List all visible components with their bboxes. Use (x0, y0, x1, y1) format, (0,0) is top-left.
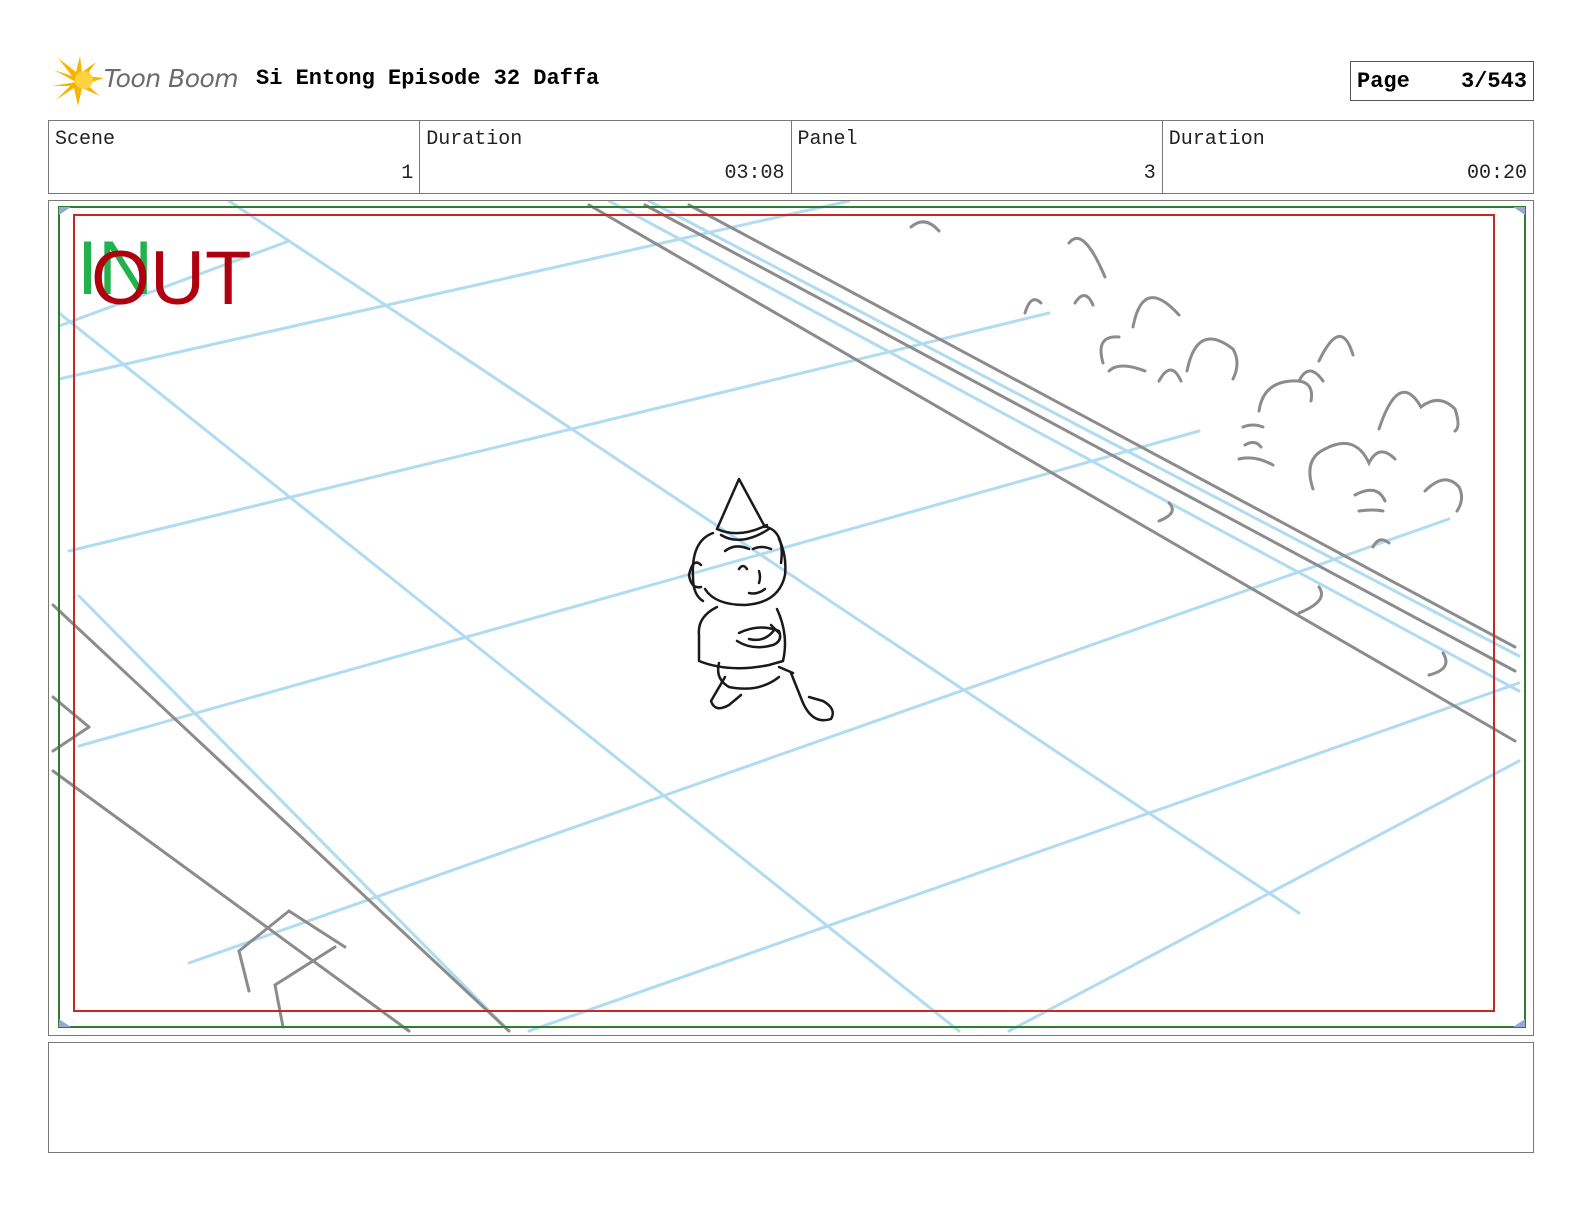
page-number: 3/543 (1460, 68, 1527, 94)
project-title: Si Entong Episode 32 Daffa (256, 66, 600, 91)
info-table: Scene 1 Duration 03:08 Panel 3 Duration … (48, 120, 1534, 194)
character-sketch (687, 477, 834, 722)
panel-duration-value: 00:20 (1466, 162, 1527, 185)
scene-duration-label: Duration (426, 128, 523, 151)
panel-duration-label: Duration (1168, 128, 1265, 151)
storyboard-panel: IN OUT (48, 200, 1534, 1036)
page-label: Page (1357, 68, 1410, 94)
panel-duration-cell: Duration 00:20 (1163, 121, 1533, 193)
out-marker: OUT (91, 236, 252, 321)
starburst-icon (52, 56, 104, 106)
scene-duration-value: 03:08 (724, 162, 785, 185)
panel-drawing (51, 201, 1526, 1033)
bushes-sketch (909, 220, 1464, 549)
logo-text: Toon Boom (104, 64, 239, 93)
notes-box[interactable] (48, 1042, 1534, 1153)
scene-label: Scene (55, 128, 116, 151)
scene-value: 1 (401, 162, 414, 185)
scene-cell: Scene 1 (49, 121, 421, 193)
scene-duration-cell: Duration 03:08 (420, 121, 792, 193)
panel-value: 3 (1143, 162, 1156, 185)
page-indicator: Page 3/543 (1350, 61, 1534, 101)
background-sketch (51, 203, 1517, 1033)
toon-boom-logo: Toon Boom (52, 56, 242, 108)
panel-label: Panel (797, 128, 858, 151)
panel-cell: Panel 3 (792, 121, 1163, 193)
in-out-marker: IN OUT (77, 231, 277, 321)
